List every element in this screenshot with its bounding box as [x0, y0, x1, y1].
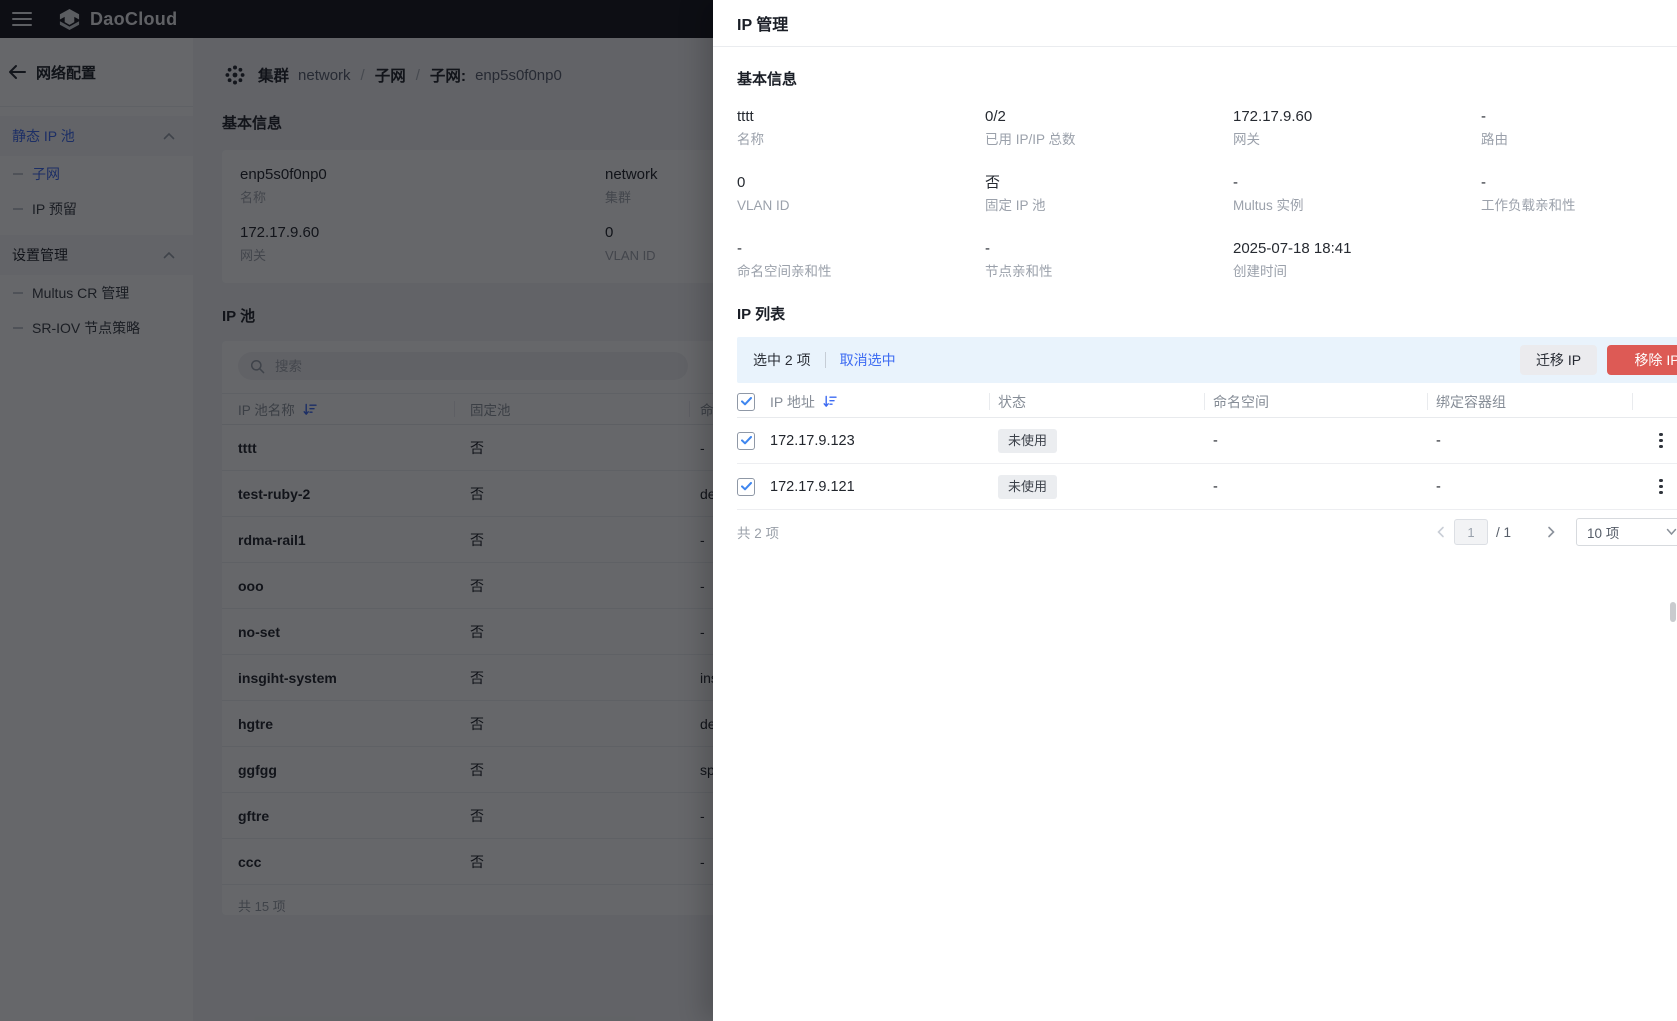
table-row[interactable]: 172.17.9.121 未使用 - -: [737, 464, 1677, 510]
table-row[interactable]: 172.17.9.123 未使用 - -: [737, 418, 1677, 464]
remove-ip-button[interactable]: 移除 IP: [1607, 345, 1677, 375]
clear-selection-link[interactable]: 取消选中: [840, 350, 896, 370]
row-checkbox[interactable]: [737, 478, 755, 496]
ip-management-drawer: IP 管理 基本信息 tttt名称 0/2已用 IP/IP 总数 172.17.…: [713, 0, 1677, 1021]
field-multus: -Multus 实例: [1233, 174, 1481, 214]
app-window: DaoCloud 网络配置 静态 IP 池 子网 IP 预留 设置管理: [0, 0, 1677, 1021]
field-name: tttt名称: [737, 108, 985, 148]
page-total: / 1: [1496, 525, 1520, 540]
page-number-input[interactable]: [1454, 519, 1488, 545]
drawer-basic-info-title: 基本信息: [737, 71, 1677, 88]
actions-column: [1633, 393, 1677, 410]
row-actions-kebab-icon[interactable]: [1655, 475, 1677, 499]
selected-count: 选中 2 项: [753, 350, 811, 370]
field-route: -路由: [1481, 108, 1677, 148]
page-size-select[interactable]: 10 项: [1576, 518, 1677, 546]
field-vlan: 0VLAN ID: [737, 174, 985, 214]
ip-list-title: IP 列表: [737, 306, 1677, 323]
drawer-title: IP 管理: [713, 0, 1677, 47]
divider: [825, 352, 826, 368]
field-used-ip: 0/2已用 IP/IP 总数: [985, 108, 1233, 148]
select-all-checkbox[interactable]: [737, 393, 755, 411]
field-workload-affinity: -工作负载亲和性: [1481, 174, 1677, 214]
scrollbar-thumb[interactable]: [1670, 602, 1676, 622]
ip-list-table: IP 地址 状态 命名空间 绑定容器组 172.: [737, 386, 1677, 510]
drawer-basic-info-grid: tttt名称 0/2已用 IP/IP 总数 172.17.9.60网关 -路由 …: [737, 108, 1677, 280]
row-checkbox[interactable]: [737, 432, 755, 450]
chevron-down-icon: [1666, 528, 1677, 536]
page-next-icon[interactable]: [1546, 526, 1556, 538]
status-badge: 未使用: [998, 429, 1057, 453]
field-fixed-pool: 否固定 IP 池: [985, 174, 1233, 214]
ip-list-table-header: IP 地址 状态 命名空间 绑定容器组: [737, 386, 1677, 418]
sort-icon[interactable]: [823, 395, 837, 408]
row-actions-kebab-icon[interactable]: [1655, 429, 1677, 453]
selection-toolbar: 选中 2 项 取消选中 迁移 IP 移除 IP: [737, 337, 1677, 383]
status-badge: 未使用: [998, 475, 1057, 499]
field-namespace-affinity: -命名空间亲和性: [737, 240, 985, 280]
ip-address: 172.17.9.123: [770, 433, 855, 449]
pagination-bar: 共 2 项 / 1 10 项: [737, 516, 1677, 548]
page-prev-icon[interactable]: [1436, 526, 1446, 538]
field-node-affinity: -节点亲和性: [985, 240, 1233, 280]
ip-address: 172.17.9.121: [770, 479, 855, 495]
migrate-ip-button[interactable]: 迁移 IP: [1520, 345, 1597, 375]
field-created-at: 2025-07-18 18:41创建时间: [1233, 240, 1481, 280]
field-gateway: 172.17.9.60网关: [1233, 108, 1481, 148]
ip-list-total: 共 2 项: [737, 522, 779, 542]
